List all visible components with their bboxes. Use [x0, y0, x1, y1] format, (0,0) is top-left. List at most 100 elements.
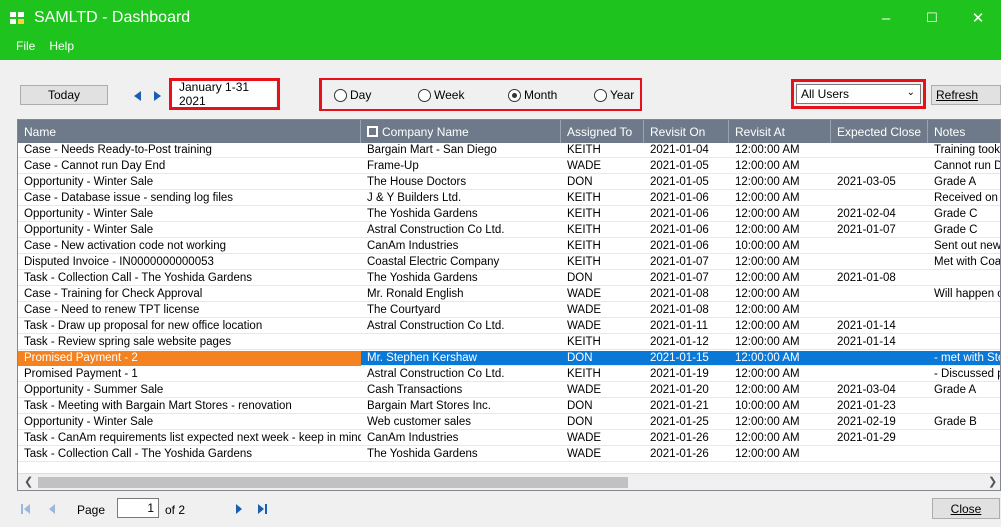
- table-row[interactable]: Opportunity - Winter Sale Astral Construc…: [18, 223, 1000, 238]
- cell-expected-close: [831, 367, 928, 382]
- table-row[interactable]: Case - Cannot run Day End Frame-Up WADE 202…: [18, 159, 1000, 174]
- column-header-expected-close[interactable]: Expected Close: [831, 120, 928, 143]
- next-period-icon[interactable]: [154, 91, 161, 101]
- cell-expected-close: 2021-01-14: [837, 336, 896, 348]
- cell-notes: Received on J: [934, 192, 1001, 204]
- cell-revisit-on: 2021-01-07: [650, 272, 709, 284]
- cell-revisit-at: 12:00:00 AM: [735, 192, 800, 204]
- period-day-label: Day: [350, 88, 372, 102]
- column-header-notes[interactable]: Notes: [928, 120, 1000, 143]
- menu-file[interactable]: File: [16, 39, 35, 53]
- cell-revisit-on: 2021-01-08: [650, 288, 709, 300]
- column-header-assigned-to[interactable]: Assigned To: [561, 120, 644, 143]
- next-page-icon[interactable]: [236, 504, 242, 514]
- table-row[interactable]: Case - New activation code not working Ca…: [18, 239, 1000, 254]
- cell-revisit-at: 10:00:00 AM: [735, 240, 800, 252]
- horizontal-scrollbar[interactable]: ❮ ❯: [18, 473, 1000, 490]
- maximize-button[interactable]: ☐: [909, 0, 955, 36]
- last-page-icon[interactable]: [258, 504, 264, 514]
- table-row[interactable]: Case - Training for Check Approval Mr. Ro…: [18, 287, 1000, 302]
- cell-notes: - met with Step: [934, 352, 1000, 364]
- table-row[interactable]: Case - Need to renew TPT license The Cour…: [18, 303, 1000, 318]
- cell-name: Opportunity - Winter Sale: [24, 176, 154, 188]
- table-row[interactable]: Task - Review spring sale website pages K…: [18, 335, 1000, 350]
- cell-company: Astral Construction Co Ltd.: [367, 320, 505, 332]
- column-header-name[interactable]: Name: [18, 120, 361, 143]
- menu-help[interactable]: Help: [49, 39, 74, 53]
- cell-notes: Grade B: [934, 416, 977, 428]
- period-day-radio[interactable]: Day: [334, 88, 371, 102]
- period-year-radio[interactable]: Year: [594, 88, 634, 102]
- period-week-radio[interactable]: Week: [418, 88, 464, 102]
- scroll-left-icon[interactable]: ❮: [24, 475, 33, 488]
- table-row[interactable]: Promised Payment - 1 Astral Construction …: [18, 367, 1000, 382]
- previous-period-icon[interactable]: [134, 91, 141, 101]
- cell-notes: [928, 431, 1000, 446]
- table-row[interactable]: Task - Collection Call - The Yoshida Gar…: [18, 271, 1000, 286]
- column-header-label: Assigned To: [567, 124, 633, 139]
- cell-expected-close: [831, 191, 928, 206]
- cell-company: The Yoshida Gardens: [367, 448, 478, 460]
- column-header-company[interactable]: Company Name: [361, 120, 561, 143]
- column-header-revisit-at[interactable]: Revisit At: [729, 120, 831, 143]
- cell-company: The Courtyard: [367, 304, 441, 316]
- table-row[interactable]: Opportunity - Winter Sale The House Docto…: [18, 175, 1000, 190]
- cell-revisit-on: 2021-01-26: [650, 432, 709, 444]
- page-number-input[interactable]: 1: [117, 498, 159, 518]
- cell-name: Task - Collection Call - The Yoshida Gar…: [24, 448, 252, 460]
- table-row[interactable]: Opportunity - Winter Sale The Yoshida Gar…: [18, 207, 1000, 222]
- table-row[interactable]: Task - Draw up proposal for new office l…: [18, 319, 1000, 334]
- cell-company: Cash Transactions: [367, 384, 463, 396]
- cell-revisit-on: 2021-01-07: [650, 256, 709, 268]
- table-row[interactable]: Case - Database issue - sending log file…: [18, 191, 1001, 206]
- first-page-icon[interactable]: [24, 504, 30, 514]
- window-title: SAMLTD - Dashboard: [34, 9, 191, 26]
- cell-notes: [928, 319, 1000, 334]
- today-button[interactable]: Today: [20, 85, 108, 105]
- table-row[interactable]: Task - Collection Call - The Yoshida Gar…: [18, 447, 1000, 462]
- table-row[interactable]: Task - Meeting with Bargain Mart Stores …: [18, 399, 1000, 414]
- scroll-right-icon[interactable]: ❯: [988, 475, 997, 488]
- table-row[interactable]: Opportunity - Winter Sale Web customer sa…: [18, 415, 1000, 430]
- app-icon: [10, 12, 24, 24]
- cell-notes: Grade C: [934, 208, 978, 220]
- drilldown-icon: [367, 126, 378, 137]
- cell-expected-close: 2021-03-04: [837, 384, 896, 396]
- cell-notes: [928, 447, 1000, 462]
- table-row[interactable]: Case - Needs Ready-to-Post training Barga…: [18, 143, 1000, 158]
- cell-expected-close: 2021-01-14: [837, 320, 896, 332]
- cell-expected-close: 2021-01-23: [837, 400, 896, 412]
- cell-expected-close: [831, 351, 928, 366]
- cell-company: The Yoshida Gardens: [367, 272, 478, 284]
- period-month-radio[interactable]: Month: [508, 88, 557, 102]
- previous-page-icon[interactable]: [49, 504, 55, 514]
- cell-revisit-on: 2021-01-06: [650, 208, 709, 220]
- cell-assigned-to: KEITH: [567, 336, 601, 348]
- cell-company: Bargain Mart Stores Inc.: [367, 400, 491, 412]
- date-range-field[interactable]: January 1-31 2021: [172, 80, 276, 108]
- refresh-button[interactable]: Refresh: [931, 85, 1001, 105]
- cell-assigned-to: DON: [567, 176, 593, 188]
- table-row[interactable]: Opportunity - Summer Sale Cash Transactio…: [18, 383, 1000, 398]
- close-button[interactable]: Close: [932, 498, 1000, 519]
- table-row[interactable]: Disputed Invoice - IN0000000000053 Coasta…: [18, 255, 1000, 270]
- radio-month-selected-icon: [508, 88, 521, 102]
- cell-revisit-at: 12:00:00 AM: [735, 320, 800, 332]
- cell-company: Coastal Electric Company: [367, 256, 500, 268]
- column-header-label: Company Name: [382, 124, 469, 139]
- table-row[interactable]: Task - CanAm requirements list expected …: [18, 431, 1000, 446]
- cell-revisit-on: 2021-01-05: [650, 176, 709, 188]
- close-label: Close: [950, 501, 982, 516]
- column-header-revisit-on[interactable]: Revisit On: [644, 120, 729, 143]
- cell-company: Mr. Stephen Kershaw: [367, 352, 477, 364]
- table-row[interactable]: Promised Payment - 2 Mr. Stephen Kershaw D…: [18, 351, 1000, 366]
- scrollbar-thumb[interactable]: [38, 477, 628, 488]
- cell-assigned-to: KEITH: [567, 368, 601, 380]
- cell-name: Case - Needs Ready-to-Post training: [24, 144, 212, 156]
- cell-assigned-to: WADE: [567, 320, 602, 332]
- minimize-button[interactable]: –: [863, 0, 909, 36]
- cell-revisit-at: 12:00:00 AM: [735, 384, 800, 396]
- cell-assigned-to: WADE: [567, 288, 602, 300]
- user-filter-select[interactable]: All Users ⌄: [796, 84, 921, 104]
- close-window-button[interactable]: ✕: [955, 0, 1001, 36]
